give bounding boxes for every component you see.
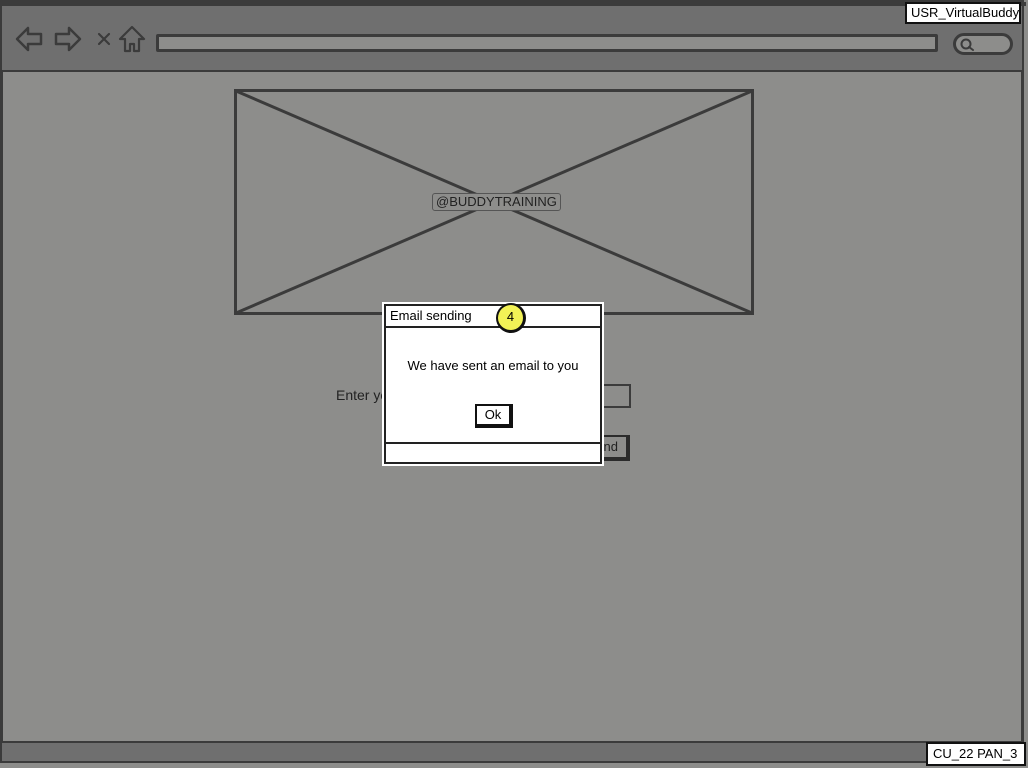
email-prompt-label: Enter yo (336, 387, 389, 403)
magnifier-icon (960, 38, 974, 51)
ok-button[interactable]: Ok (475, 404, 513, 428)
status-bar (0, 741, 1024, 763)
app-label: USR_VirtualBuddy (905, 2, 1021, 24)
dialog-title: Email sending (386, 306, 600, 328)
x-icon[interactable] (90, 24, 120, 54)
email-sent-dialog: Email sending We have sent an email to y… (384, 304, 602, 464)
screen-id-label: CU_22 PAN_3 (926, 742, 1026, 766)
arrow-right-icon[interactable] (53, 24, 83, 54)
browser-toolbar (0, 0, 1026, 72)
arrow-left-icon[interactable] (14, 24, 44, 54)
image-caption: @BUDDYTRAINING (432, 193, 561, 211)
search-box[interactable] (953, 33, 1013, 55)
home-icon[interactable] (117, 24, 147, 54)
dialog-footer (386, 442, 600, 462)
dialog-message: We have sent an email to you (407, 358, 579, 373)
toolbar-top-edge (2, 2, 1026, 6)
callout-badge: 4 (496, 303, 526, 333)
address-bar[interactable] (156, 34, 938, 52)
